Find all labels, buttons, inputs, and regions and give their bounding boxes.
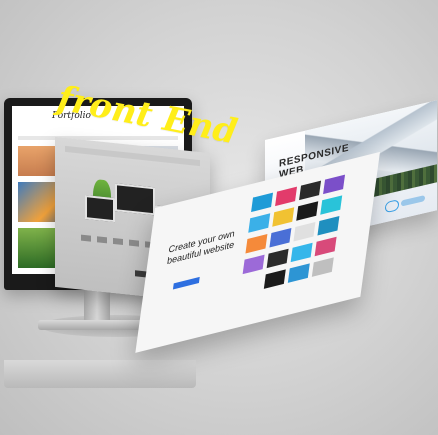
template-tile: [311, 257, 334, 277]
template-tile: [263, 269, 286, 289]
template-tile: [275, 186, 298, 207]
tablet-device-icon: [85, 195, 115, 223]
template-tile: [242, 254, 265, 275]
template-tile: [290, 242, 313, 263]
laptop-device-icon: [115, 183, 155, 216]
template-tile: [245, 233, 268, 254]
template-tile: [287, 263, 310, 283]
template-tile: [269, 227, 292, 248]
template-tile: [293, 222, 316, 242]
template-tile: [320, 195, 343, 215]
template-tile: [251, 192, 274, 213]
template-tile: [314, 236, 337, 257]
cloud-icon: [385, 199, 399, 214]
template-tile: [299, 180, 322, 201]
template-tile: [323, 174, 346, 195]
monitor-stand-neck: [84, 290, 110, 324]
builder-cta-button: [172, 276, 200, 290]
template-tile: [248, 213, 271, 233]
monitor-chin: [4, 360, 196, 388]
template-tile: [272, 207, 295, 227]
template-tile: [317, 216, 340, 236]
builder-headline: Create your own beautiful website: [166, 227, 236, 267]
hero-scene: Portfolio RESPONSIVE WEB DESIGN. Cr: [0, 0, 438, 435]
light-pill-button: [401, 195, 425, 207]
template-tile: [296, 201, 319, 221]
template-tile: [266, 248, 289, 269]
